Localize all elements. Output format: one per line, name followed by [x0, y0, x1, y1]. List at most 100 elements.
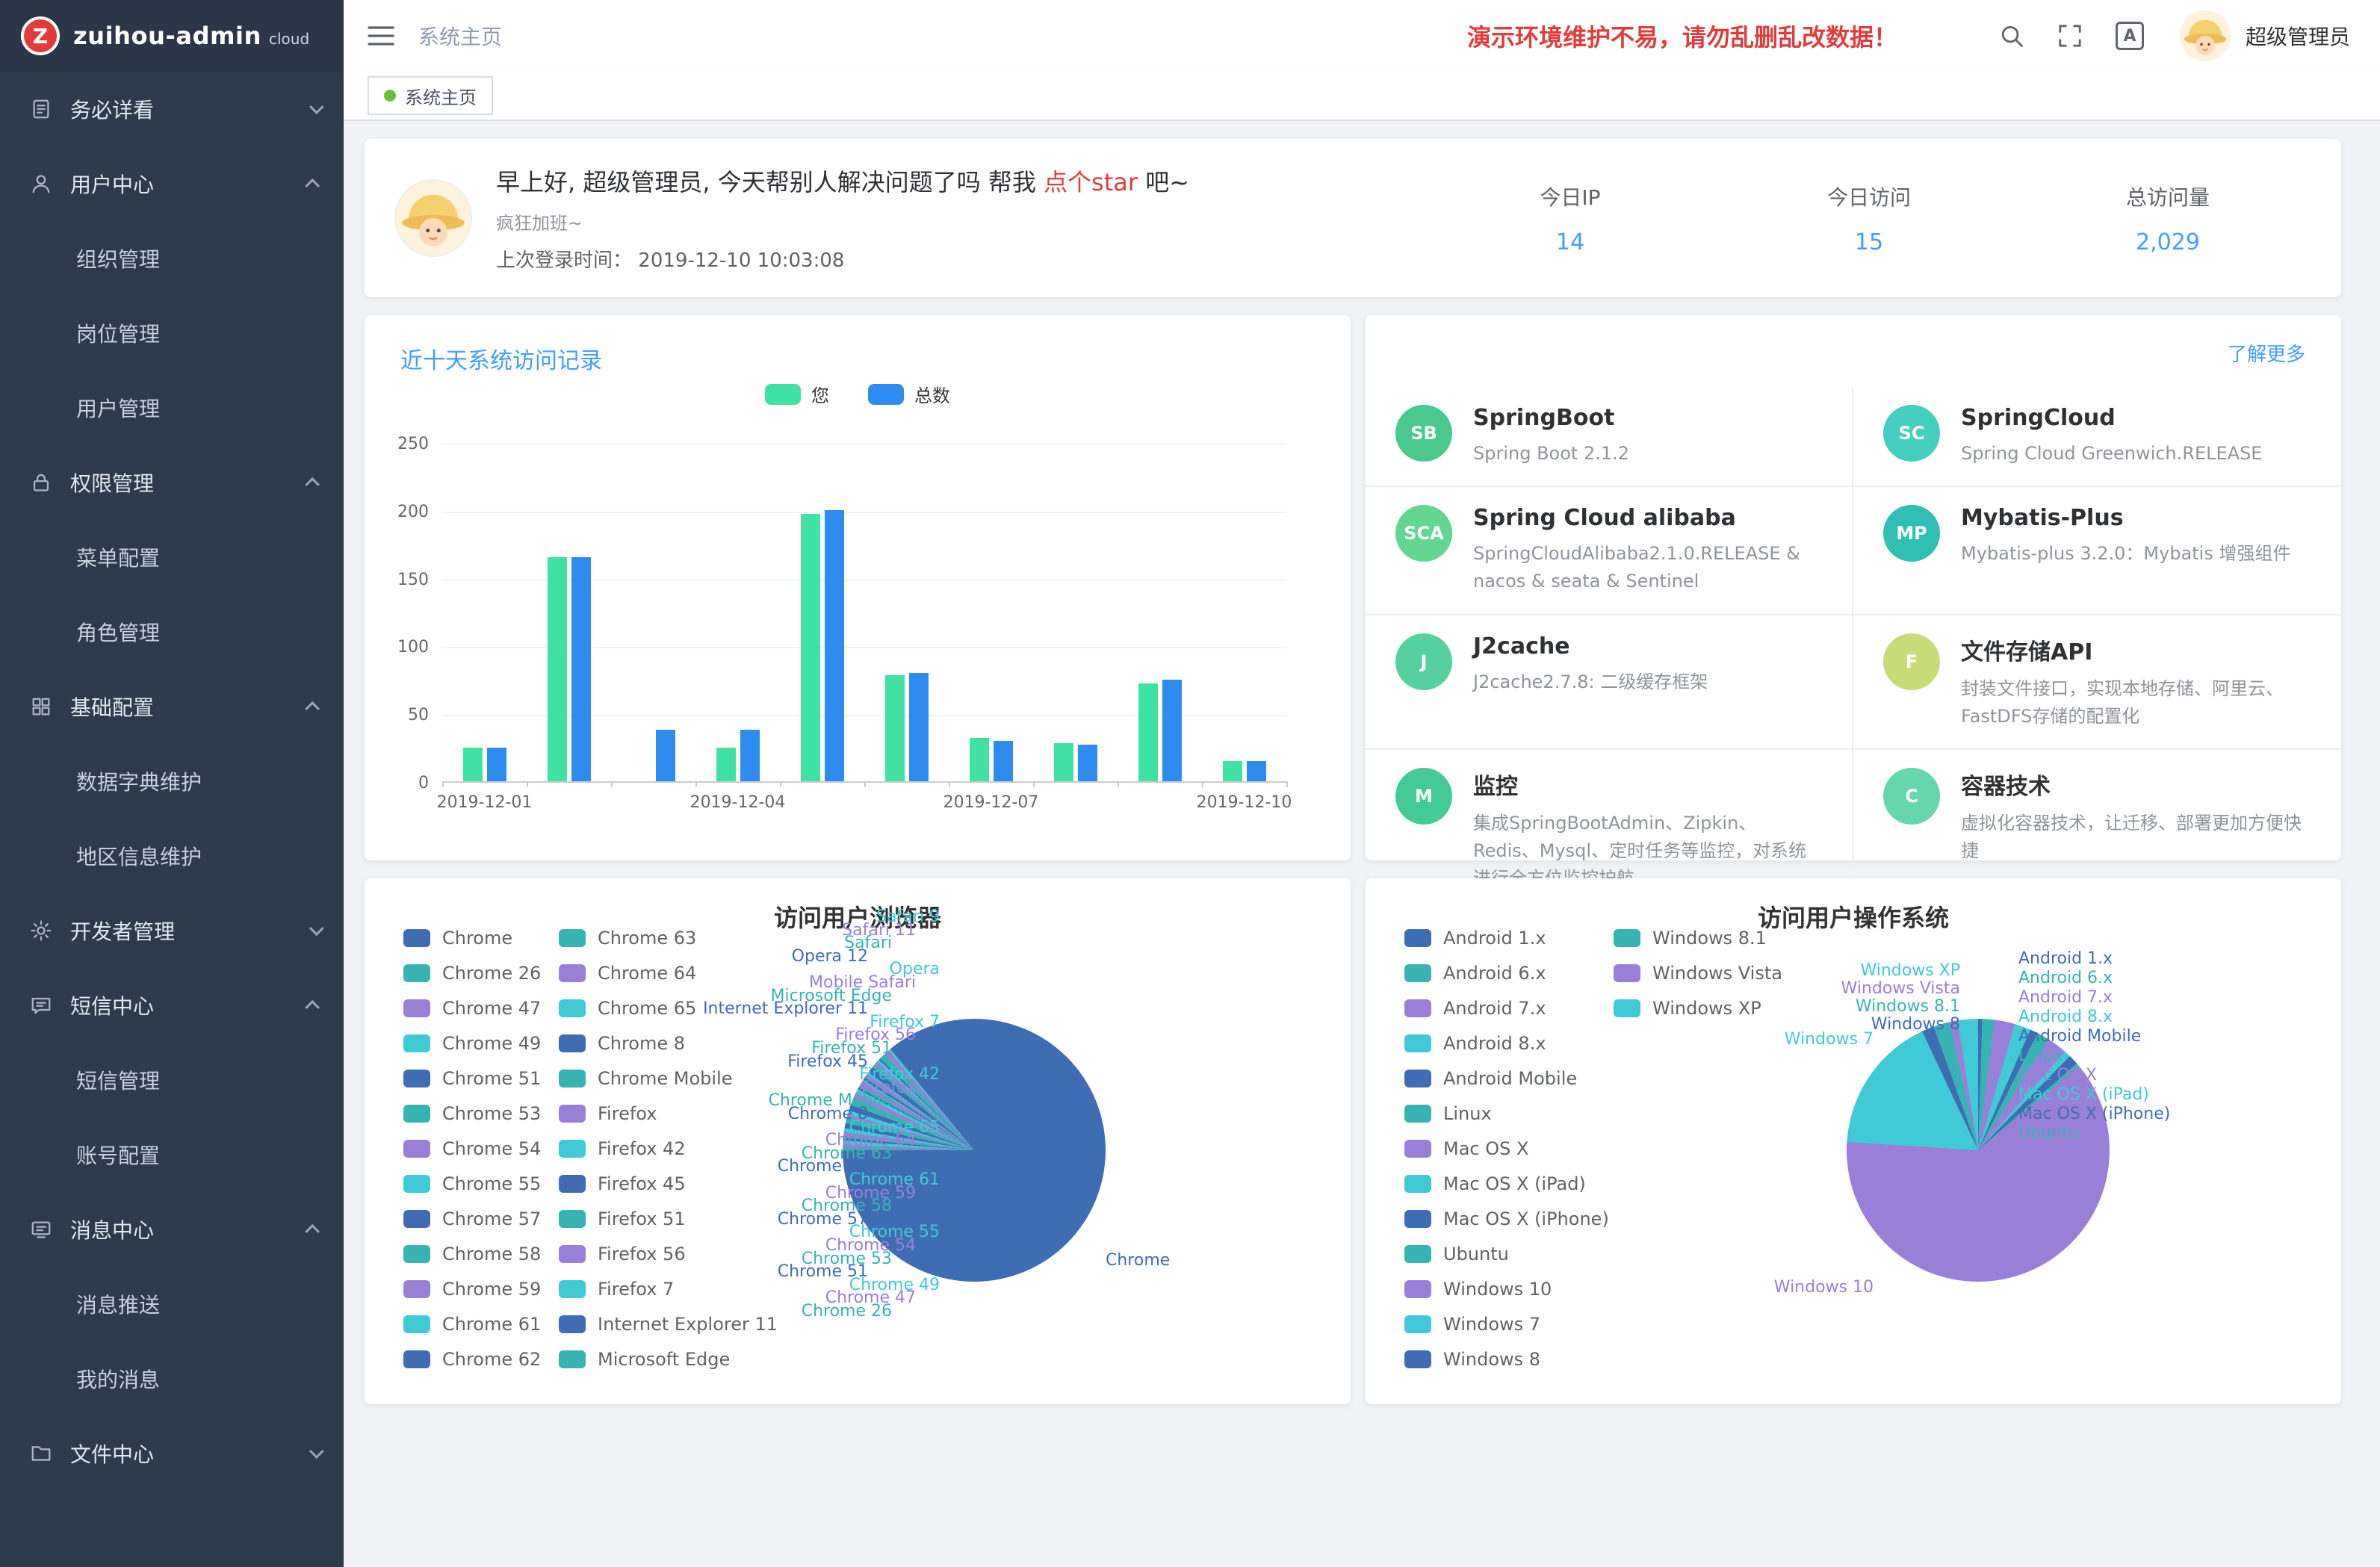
stat-label: 今日访问: [1720, 181, 2018, 211]
tech-title: Mybatis-Plus: [1961, 505, 2290, 531]
chat-icon: [30, 994, 52, 1017]
tech-desc: Spring Cloud Greenwich.RELEASE: [1961, 440, 2262, 468]
legend-label: Chrome 49: [442, 1033, 541, 1054]
sidebar-item-开发者管理[interactable]: 开发者管理: [0, 893, 344, 968]
stat-今日访问: 今日访问15: [1720, 181, 2018, 255]
sidebar-subitem-组织管理[interactable]: 组织管理: [0, 221, 344, 296]
legend-Chrome 53[interactable]: Chrome 53: [403, 1096, 559, 1131]
main-content: 早上好, 超级管理员, 今天帮别人解决问题了吗 帮我 点个star 吧~ 疯狂加…: [344, 121, 2380, 1567]
bar-您-2019-12-04: [716, 748, 736, 781]
sidebar-item-文件中心[interactable]: 文件中心: [0, 1416, 344, 1491]
gear-icon: [30, 919, 52, 942]
bar-总数-2019-12-01: [487, 748, 506, 781]
bar-group-2019-12-09: [1118, 444, 1202, 781]
chevron-up-icon: [305, 477, 320, 492]
sidebar-item-短信中心[interactable]: 短信中心: [0, 968, 344, 1043]
legend-swatch: [1404, 1105, 1431, 1123]
star-link[interactable]: 点个star: [1044, 168, 1138, 196]
legend-label: Chrome 61: [442, 1314, 541, 1335]
y-axis-tick: 250: [384, 435, 429, 453]
legend-swatch: [559, 1280, 586, 1298]
legend-Chrome 59[interactable]: Chrome 59: [403, 1271, 559, 1306]
sidebar-item-消息中心[interactable]: 消息中心: [0, 1192, 344, 1267]
legend-Chrome[interactable]: Chrome: [403, 920, 559, 955]
sidebar-subitem-我的消息[interactable]: 我的消息: [0, 1341, 344, 1416]
legend-Mac OS X (iPhone)[interactable]: Mac OS X (iPhone): [1404, 1201, 1614, 1236]
sidebar-item-label: 权限管理: [70, 468, 154, 497]
legend-Windows 10[interactable]: Windows 10: [1404, 1271, 1614, 1306]
sidebar-subitem-角色管理[interactable]: 角色管理: [0, 595, 344, 669]
font-size-icon[interactable]: A: [2116, 22, 2144, 50]
hamburger-icon[interactable]: [368, 25, 394, 46]
legend-label: Android Mobile: [1443, 1068, 1577, 1089]
sidebar-item-务必详看[interactable]: 务必详看: [0, 72, 344, 146]
legend-Chrome 58[interactable]: Chrome 58: [403, 1236, 559, 1271]
legend-Ubuntu[interactable]: Ubuntu: [1404, 1236, 1614, 1271]
tab-系统主页[interactable]: 系统主页: [368, 76, 493, 115]
legend-label: Chrome 26: [442, 963, 541, 984]
sidebar-subitem-岗位管理[interactable]: 岗位管理: [0, 296, 344, 370]
last-login-time: 2019-12-10 10:03:08: [638, 249, 844, 272]
bar-chart-legend: 您 总数: [365, 381, 1351, 407]
sidebar-subitem-数据字典维护[interactable]: 数据字典维护: [0, 744, 344, 819]
bar-总数-2019-12-03: [656, 730, 675, 781]
sidebar-subitem-用户管理[interactable]: 用户管理: [0, 370, 344, 445]
legend-Android Mobile[interactable]: Android Mobile: [1404, 1061, 1614, 1096]
bar-chart[interactable]: 0501001502002502019-12-012019-12-042019-…: [442, 444, 1286, 783]
sidebar-subitem-短信管理[interactable]: 短信管理: [0, 1043, 344, 1117]
legend-swatch: [559, 1070, 586, 1087]
bar-总数-2019-12-07: [994, 741, 1013, 781]
legend-Linux[interactable]: Linux: [1404, 1096, 1614, 1131]
sidebar-subitem-消息推送[interactable]: 消息推送: [0, 1267, 344, 1341]
legend-Chrome 49[interactable]: Chrome 49: [403, 1025, 559, 1061]
sidebar-item-label: 开发者管理: [70, 916, 175, 946]
legend-Chrome 47[interactable]: Chrome 47: [403, 990, 559, 1025]
x-axis-tickmark: [1202, 781, 1203, 787]
search-icon[interactable]: [1999, 23, 2024, 49]
sidebar-subitem-账号配置[interactable]: 账号配置: [0, 1117, 344, 1192]
sidebar-item-权限管理[interactable]: 权限管理: [0, 445, 344, 520]
legend-Chrome 61[interactable]: Chrome 61: [403, 1306, 559, 1341]
stat-value: 14: [1421, 229, 1720, 255]
greeting-suffix: 吧~: [1138, 168, 1189, 196]
legend-Chrome 57[interactable]: Chrome 57: [403, 1201, 559, 1236]
bar-group-2019-12-10: [1202, 444, 1286, 781]
legend-Windows 8.1[interactable]: Windows 8.1: [1614, 920, 1823, 955]
sidebar-item-用户中心[interactable]: 用户中心: [0, 146, 344, 221]
legend-Android 8.x[interactable]: Android 8.x: [1404, 1025, 1614, 1061]
avatar[interactable]: [2180, 10, 2231, 61]
legend-Chrome 51[interactable]: Chrome 51: [403, 1061, 559, 1096]
legend-Android 7.x[interactable]: Android 7.x: [1404, 990, 1614, 1025]
legend-Chrome 54[interactable]: Chrome 54: [403, 1131, 559, 1166]
legend-Microsoft Edge[interactable]: Microsoft Edge: [559, 1341, 714, 1377]
sidebar-subitem-菜单配置[interactable]: 菜单配置: [0, 520, 344, 595]
fullscreen-icon[interactable]: [2057, 23, 2083, 49]
os-pie[interactable]: [1847, 1019, 2110, 1282]
legend-swatch: [1404, 1350, 1431, 1368]
sidebar-item-基础配置[interactable]: 基础配置: [0, 669, 344, 744]
breadcrumb[interactable]: 系统主页: [418, 21, 502, 51]
tech-text: SpringBootSpring Boot 2.1.2: [1473, 405, 1629, 468]
legend-Mac OS X (iPad)[interactable]: Mac OS X (iPad): [1404, 1166, 1614, 1201]
legend-Chrome 62[interactable]: Chrome 62: [403, 1341, 559, 1377]
legend-Mac OS X[interactable]: Mac OS X: [1404, 1131, 1614, 1166]
bar-chart-title: 近十天系统访问记录: [400, 342, 602, 375]
legend-Windows 8[interactable]: Windows 8: [1404, 1341, 1614, 1377]
legend-label: Windows 10: [1443, 1279, 1552, 1300]
username[interactable]: 超级管理员: [2246, 21, 2350, 51]
legend-Android 1.x[interactable]: Android 1.x: [1404, 920, 1614, 955]
sidebar-subitem-地区信息维护[interactable]: 地区信息维护: [0, 819, 344, 893]
legend-Android 6.x[interactable]: Android 6.x: [1404, 955, 1614, 990]
legend-您[interactable]: 您: [765, 381, 829, 407]
legend-Windows 7[interactable]: Windows 7: [1404, 1306, 1614, 1341]
legend-swatch: [1404, 999, 1431, 1017]
legend-Chrome 26[interactable]: Chrome 26: [403, 955, 559, 990]
legend-总数[interactable]: 总数: [868, 381, 950, 407]
legend-label: 总数: [914, 381, 950, 407]
logo[interactable]: Z zuihou-admin cloud: [0, 0, 344, 72]
legend-Chrome 55[interactable]: Chrome 55: [403, 1166, 559, 1201]
legend-label: Chrome 59: [442, 1279, 541, 1300]
tech-text: 文件存储API封装文件接口，实现本地存储、阿里云、FastDFS存储的配置化: [1961, 633, 2311, 730]
legend-label: Android 7.x: [1443, 998, 1546, 1019]
more-link[interactable]: 了解更多: [2228, 339, 2305, 367]
